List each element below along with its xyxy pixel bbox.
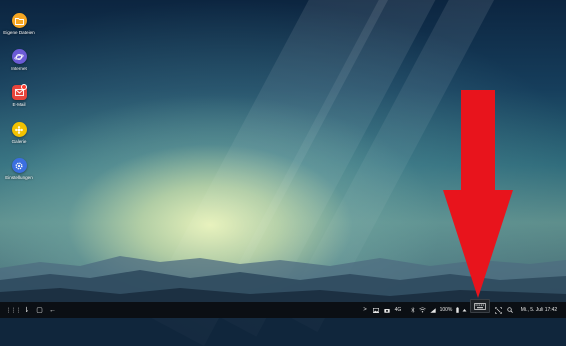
network-type-label: 4G bbox=[394, 307, 402, 313]
battery-icon[interactable] bbox=[454, 302, 460, 318]
planet-icon bbox=[11, 49, 27, 64]
desktop-icon-label: Galerie bbox=[11, 139, 27, 144]
desktop-icon-email[interactable]: E-Mail bbox=[2, 84, 36, 107]
keyboard-icon bbox=[474, 302, 486, 310]
recents-icon[interactable]: ⇂ bbox=[20, 302, 33, 318]
red-arrow-annotation bbox=[443, 90, 513, 298]
clock-date[interactable]: Mi., 5. Juli 17:42 bbox=[515, 302, 563, 318]
battery-percentage: 100% bbox=[439, 307, 453, 313]
gear-icon bbox=[11, 158, 27, 173]
search-icon[interactable] bbox=[505, 302, 514, 318]
tray-expand-icon[interactable]: > bbox=[361, 302, 369, 318]
back-icon[interactable]: ← bbox=[46, 302, 59, 318]
signal-icon[interactable] bbox=[428, 302, 437, 318]
desktop-icon-label: Einstellungen bbox=[5, 175, 33, 180]
desktop-icon-settings[interactable]: Einstellungen bbox=[2, 158, 36, 180]
desktop-icon-label: Eigene Dateien bbox=[3, 30, 35, 35]
desktop-icon-gallery[interactable]: Galerie bbox=[2, 122, 36, 144]
desktop-icon-internet[interactable]: Internet bbox=[2, 49, 36, 71]
wifi-icon[interactable] bbox=[418, 302, 427, 318]
folder-icon bbox=[11, 13, 27, 28]
apps-grid-icon[interactable]: ⋮⋮⋮ bbox=[6, 302, 22, 318]
bluetooth-icon[interactable] bbox=[409, 302, 416, 318]
home-icon[interactable]: ▢ bbox=[33, 302, 46, 318]
flower-icon bbox=[11, 122, 27, 137]
camera-icon[interactable] bbox=[383, 302, 391, 318]
notification-badge bbox=[21, 84, 27, 90]
desktop-icon-label: Internet bbox=[11, 66, 27, 71]
keyboard-button[interactable] bbox=[470, 299, 490, 313]
desktop-icon-my-files[interactable]: Eigene Dateien bbox=[2, 13, 36, 35]
gallery-notification-icon[interactable] bbox=[372, 302, 380, 318]
desktop-icon-label: E-Mail bbox=[12, 102, 26, 107]
screen-capture-icon[interactable] bbox=[494, 302, 503, 318]
chevron-up-icon[interactable] bbox=[461, 302, 468, 318]
